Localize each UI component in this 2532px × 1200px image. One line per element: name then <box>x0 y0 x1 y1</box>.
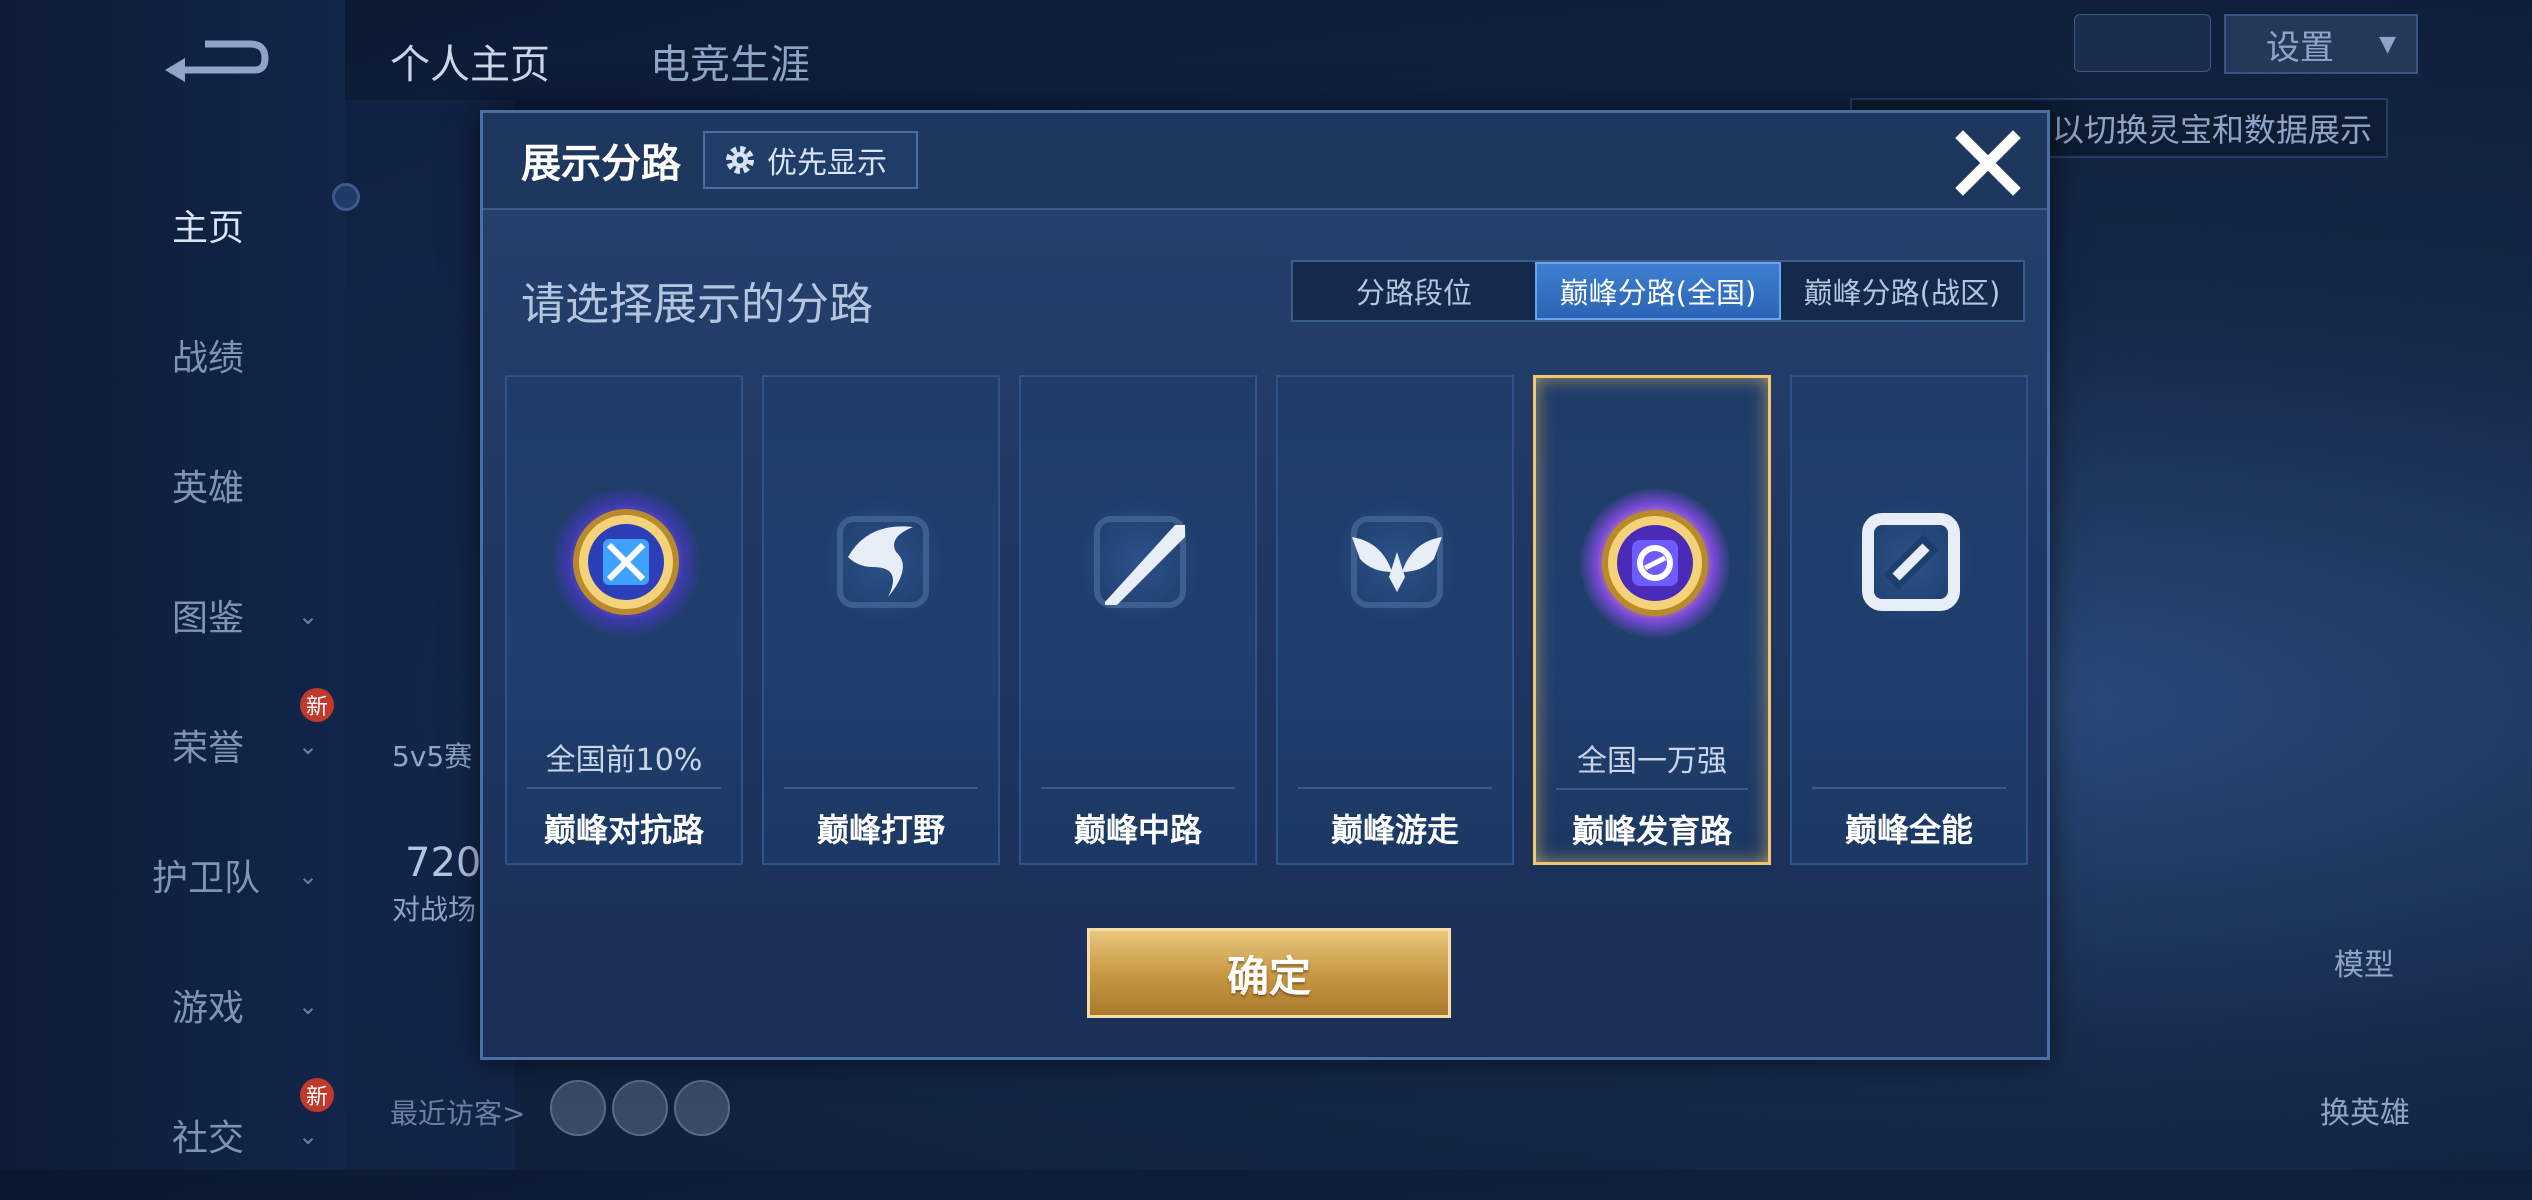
gear-icon <box>726 146 754 174</box>
avatar[interactable] <box>612 1080 668 1136</box>
settings-label: 设置 <box>2266 27 2334 68</box>
dialog-title: 展示分路 <box>521 141 681 187</box>
sidebar-item-label: 主页 <box>172 208 245 249</box>
lane-name: 巅峰对抗路 <box>543 811 704 849</box>
lane-card-all-round[interactable]: 巅峰全能 <box>1790 375 2028 865</box>
sidebar-item-label: 英雄 <box>172 468 245 509</box>
chevron-down-icon: ⌄ <box>298 602 319 630</box>
lane-cards: 全国前10% 巅峰对抗路 巅峰打野 巅峰中路 巅峰游走 全国一万强 巅峰发育路 … <box>505 375 2035 865</box>
new-badge: 新 <box>300 1078 334 1112</box>
medal-icon <box>1580 488 1730 638</box>
chevron-down-icon: ⌄ <box>298 1122 319 1150</box>
card-divider <box>1298 787 1492 789</box>
card-divider <box>527 787 721 789</box>
lane-card-clash[interactable]: 全国前10% 巅峰对抗路 <box>505 375 743 865</box>
settings-button[interactable]: 设置 ▼ <box>2224 14 2418 74</box>
dragon-lane-icon <box>808 487 958 637</box>
medal-icon <box>551 487 701 637</box>
lane-name: 巅峰游走 <box>1330 811 1459 849</box>
sidebar-item-record[interactable]: 战绩 <box>0 290 345 420</box>
lane-card-roam[interactable]: 巅峰游走 <box>1276 375 1514 865</box>
sidebar-item-label: 游戏 <box>172 988 245 1029</box>
chevron-down-icon: ▼ <box>2379 31 2396 57</box>
sidebar-item-heroes[interactable]: 英雄 <box>0 420 345 550</box>
sidebar-item-label: 荣誉 <box>172 728 245 769</box>
lane-card-farm[interactable]: 全国一万强 巅峰发育路 <box>1533 375 1771 865</box>
dialog-header: 展示分路 优先显示 <box>483 113 2047 210</box>
top-tabs: 个人主页 电竞生涯 <box>390 32 810 90</box>
avatar[interactable] <box>550 1080 606 1136</box>
chevron-down-icon: ⌄ <box>298 992 319 1020</box>
card-divider <box>784 787 978 789</box>
priority-display-label: 优先显示 <box>767 146 887 181</box>
sidebar-nav: 主页 战绩 英雄 图鉴 ⌄ 荣誉 新 ⌄ 护卫队 ⌄ 游戏 ⌄ 社交 新 ⌄ <box>0 160 345 1200</box>
recent-visitors-link[interactable]: 最近访客> <box>390 1092 525 1132</box>
sidebar-item-game[interactable]: 游戏 ⌄ <box>0 940 345 1070</box>
segment-peak-national[interactable]: 巅峰分路(全国) <box>1535 262 1781 320</box>
segment-lane-rank[interactable]: 分路段位 <box>1293 262 1535 320</box>
dialog-subtitle: 请选择展示的分路 <box>521 279 873 330</box>
lane-display-dialog: 展示分路 优先显示 请选择展示的分路 分路段位 巅峰分路(全国) 巅峰分路(战区… <box>480 110 2050 1060</box>
new-badge: 新 <box>300 688 334 722</box>
sidebar-item-home[interactable]: 主页 <box>0 160 345 290</box>
all-round-lane-icon <box>1836 487 1986 637</box>
sidebar-item-codex[interactable]: 图鉴 ⌄ <box>0 550 345 680</box>
lane-name: 巅峰打野 <box>816 811 945 849</box>
close-button[interactable] <box>1953 128 2023 198</box>
chevron-down-icon: ⌄ <box>298 862 319 890</box>
count-value: 720 <box>405 840 482 886</box>
confirm-label: 确定 <box>1226 951 1311 1001</box>
active-indicator <box>332 183 360 211</box>
lane-name: 巅峰全能 <box>1844 811 1973 849</box>
wings-lane-icon <box>1322 487 1472 637</box>
lane-card-mid[interactable]: 巅峰中路 <box>1019 375 1257 865</box>
mode-label: 5v5赛 <box>392 740 473 773</box>
anti-addiction-badge <box>2074 14 2211 72</box>
lane-source-segmented-control: 分路段位 巅峰分路(全国) 巅峰分路(战区) <box>1291 260 2025 322</box>
priority-display-button[interactable]: 优先显示 <box>703 131 918 189</box>
avatar[interactable] <box>674 1080 730 1136</box>
card-divider <box>1556 788 1748 790</box>
lane-card-jungle[interactable]: 巅峰打野 <box>762 375 1000 865</box>
sidebar-item-label: 社交 <box>172 1118 245 1159</box>
lane-rank-text: 全国前10% <box>545 743 703 778</box>
mid-lane-icon <box>1065 487 1215 637</box>
lane-name: 巅峰中路 <box>1073 811 1202 849</box>
back-arrow-icon <box>165 40 269 82</box>
count-label: 对战场 <box>392 893 477 926</box>
chevron-down-icon: ⌄ <box>298 732 319 760</box>
segment-peak-region[interactable]: 巅峰分路(战区) <box>1781 262 2023 320</box>
sidebar-item-social[interactable]: 社交 新 ⌄ <box>0 1070 345 1200</box>
sidebar-item-guard[interactable]: 护卫队 ⌄ <box>0 810 345 940</box>
lane-rank-text: 全国一万强 <box>1577 744 1727 779</box>
sidebar-item-label: 护卫队 <box>152 858 261 899</box>
close-icon <box>1955 130 2021 196</box>
tab-esports[interactable]: 电竞生涯 <box>650 32 810 90</box>
card-divider <box>1041 787 1235 789</box>
back-button[interactable] <box>160 30 270 90</box>
sidebar-item-label: 图鉴 <box>172 598 245 639</box>
tab-profile[interactable]: 个人主页 <box>390 32 550 90</box>
change-hero-label[interactable]: 换英雄 <box>2320 1088 2410 1132</box>
sidebar-item-honor[interactable]: 荣誉 新 ⌄ <box>0 680 345 810</box>
model-label[interactable]: 模型 <box>2334 940 2394 984</box>
card-divider <box>1812 787 2006 789</box>
lane-name: 巅峰发育路 <box>1571 812 1732 850</box>
confirm-button[interactable]: 确定 <box>1087 928 1451 1018</box>
hint-text: 以切换灵宝和数据展示 <box>2052 111 2373 149</box>
sidebar-item-label: 战绩 <box>172 338 245 379</box>
